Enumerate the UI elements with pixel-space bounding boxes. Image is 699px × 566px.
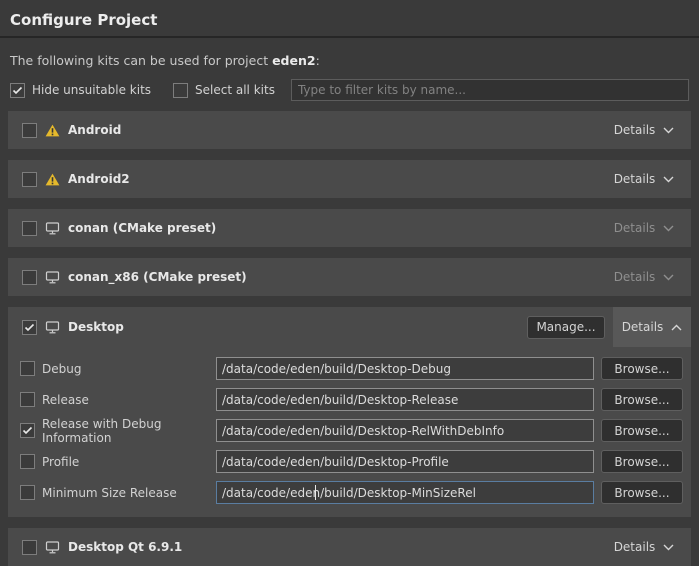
checkbox-unchecked[interactable] (173, 83, 188, 98)
config-row-relwithdebinfo: Release with Debug Information Browse... (20, 419, 683, 442)
config-checkbox[interactable] (20, 485, 35, 500)
build-dir-input[interactable] (216, 357, 594, 380)
kit-header: Android Details (8, 111, 691, 149)
browse-button[interactable]: Browse... (601, 357, 683, 380)
chevron-down-icon (663, 544, 674, 551)
warning-icon (45, 173, 60, 186)
details-button[interactable]: Details (605, 258, 683, 296)
kit-checkbox[interactable] (22, 172, 37, 187)
kit-name: Desktop Qt 6.9.1 (68, 540, 182, 554)
kit-row-conan: conan (CMake preset) Details (8, 209, 691, 247)
config-label: Profile (42, 455, 216, 469)
browse-button[interactable]: Browse... (601, 450, 683, 473)
details-label: Details (622, 320, 664, 334)
desktop-icon (45, 321, 60, 334)
kit-header: conan (CMake preset) Details (8, 209, 691, 247)
kits-subtitle: The following kits can be used for proje… (10, 53, 689, 68)
build-dir-input[interactable] (216, 450, 594, 473)
browse-button[interactable]: Browse... (601, 419, 683, 442)
config-row-profile: Profile Browse... (20, 450, 683, 473)
chevron-up-icon (671, 324, 682, 331)
details-label: Details (614, 172, 656, 186)
details-button[interactable]: Details (613, 307, 691, 347)
kit-name: Android2 (68, 172, 130, 186)
kit-list: Android Details Android2 Details conan (… (8, 111, 691, 566)
chevron-down-icon (663, 274, 674, 281)
config-label: Release with Debug Information (42, 417, 216, 445)
details-button[interactable]: Details (605, 209, 683, 247)
kit-header: conan_x86 (CMake preset) Details (8, 258, 691, 296)
kit-row-android2: Android2 Details (8, 160, 691, 198)
details-button[interactable]: Details (605, 528, 683, 566)
kit-header: Desktop Qt 6.9.1 Details (8, 528, 691, 566)
chevron-down-icon (663, 176, 674, 183)
subtitle-prefix: The following kits can be used for proje… (10, 53, 272, 68)
browse-button[interactable]: Browse... (601, 481, 683, 504)
build-dir-input[interactable] (216, 388, 594, 411)
build-config-list: Debug Browse... Release Browse... Releas… (8, 347, 691, 517)
config-label: Debug (42, 362, 216, 376)
kit-checkbox[interactable] (22, 320, 37, 335)
select-all-kits-label: Select all kits (195, 83, 275, 97)
config-checkbox[interactable] (20, 392, 35, 407)
details-label: Details (614, 123, 656, 137)
kit-name: conan_x86 (CMake preset) (68, 270, 247, 284)
title-separator (0, 36, 699, 38)
config-row-release: Release Browse... (20, 388, 683, 411)
hide-unsuitable-kits-label: Hide unsuitable kits (32, 83, 151, 97)
checkbox-checked[interactable] (10, 83, 25, 98)
desktop-icon (45, 222, 60, 235)
kit-filter-input[interactable] (291, 79, 689, 101)
chevron-down-icon (663, 225, 674, 232)
kit-name: conan (CMake preset) (68, 221, 216, 235)
kit-header: Desktop Manage... Details (8, 307, 691, 347)
kit-checkbox[interactable] (22, 221, 37, 236)
hide-unsuitable-kits-checkbox[interactable]: Hide unsuitable kits (10, 83, 151, 98)
page-title: Configure Project (0, 0, 699, 36)
kit-name: Desktop (68, 320, 124, 334)
kit-row-desktop: Desktop Manage... Details Debug Browse..… (8, 307, 691, 517)
build-dir-input-focused[interactable] (216, 481, 594, 504)
kit-checkbox[interactable] (22, 270, 37, 285)
kit-checkbox[interactable] (22, 123, 37, 138)
desktop-icon (45, 271, 60, 284)
desktop-icon (45, 541, 60, 554)
project-name: eden2 (272, 53, 316, 68)
details-label: Details (614, 221, 656, 235)
details-button[interactable]: Details (605, 111, 683, 149)
config-checkbox[interactable] (20, 423, 35, 438)
select-all-kits-checkbox[interactable]: Select all kits (173, 83, 275, 98)
chevron-down-icon (663, 127, 674, 134)
config-checkbox[interactable] (20, 454, 35, 469)
details-label: Details (614, 270, 656, 284)
kit-row-conan-x86: conan_x86 (CMake preset) Details (8, 258, 691, 296)
kit-header: Android2 Details (8, 160, 691, 198)
filter-row: Hide unsuitable kits Select all kits (10, 78, 689, 102)
build-dir-input[interactable] (216, 419, 594, 442)
browse-button[interactable]: Browse... (601, 388, 683, 411)
config-row-minsizerel: Minimum Size Release Browse... (20, 481, 683, 504)
warning-icon (45, 124, 60, 137)
config-label: Minimum Size Release (42, 486, 216, 500)
details-label: Details (614, 540, 656, 554)
subtitle-suffix: : (316, 53, 320, 68)
config-row-debug: Debug Browse... (20, 357, 683, 380)
manage-button[interactable]: Manage... (527, 316, 605, 339)
text-caret (315, 485, 316, 500)
kit-row-android: Android Details (8, 111, 691, 149)
details-button[interactable]: Details (605, 160, 683, 198)
kit-checkbox[interactable] (22, 540, 37, 555)
config-checkbox[interactable] (20, 361, 35, 376)
kit-name: Android (68, 123, 121, 137)
config-label: Release (42, 393, 216, 407)
kit-row-desktop-qt: Desktop Qt 6.9.1 Details (8, 528, 691, 566)
